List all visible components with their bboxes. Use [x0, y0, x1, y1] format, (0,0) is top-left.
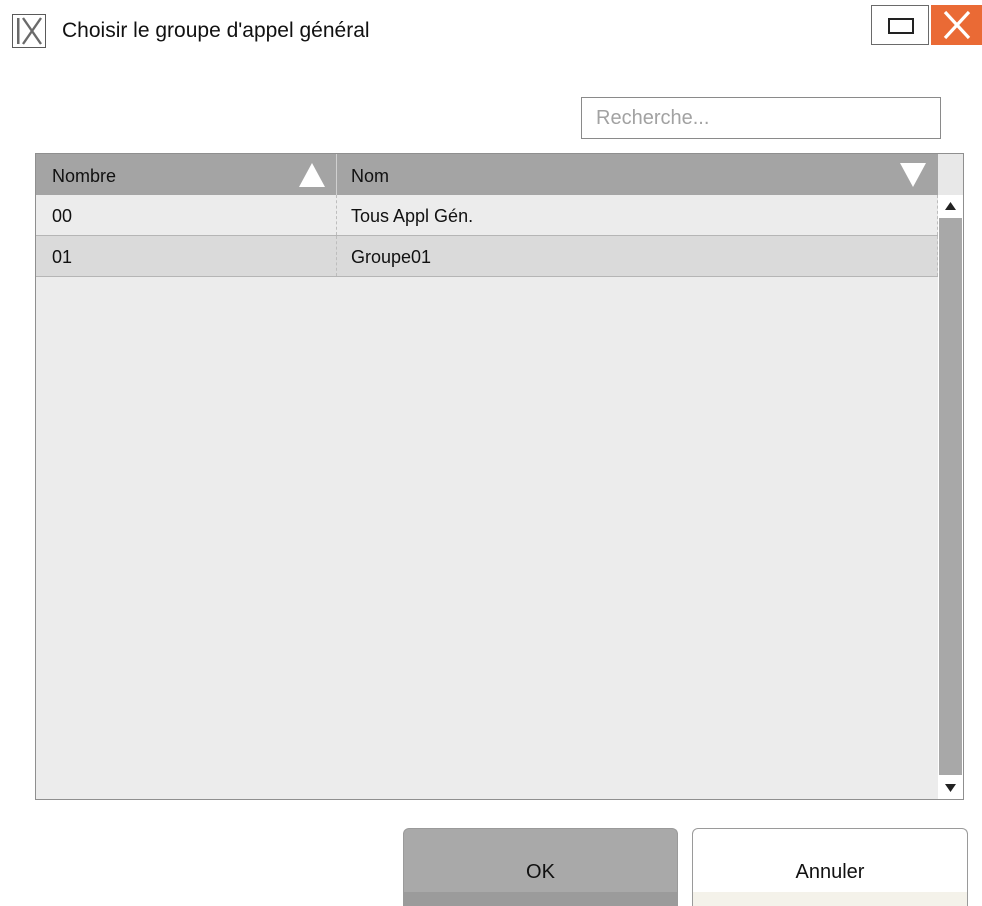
cell-number: 00	[36, 195, 337, 235]
cell-name: Tous Appl Gén.	[337, 195, 938, 235]
search-input[interactable]	[581, 97, 941, 139]
scroll-up-button[interactable]	[938, 195, 963, 217]
table-header: Nombre Nom	[36, 154, 938, 195]
maximize-icon	[888, 18, 914, 34]
maximize-button[interactable]	[871, 5, 929, 45]
title-bar: Choisir le groupe d'appel général	[0, 0, 982, 62]
scroll-down-button[interactable]	[938, 777, 963, 799]
column-header-nombre[interactable]: Nombre	[36, 154, 337, 195]
cancel-button[interactable]: Annuler	[692, 828, 968, 906]
cancel-button-label: Annuler	[795, 861, 865, 883]
ok-button-label: OK	[526, 861, 555, 883]
group-table: Nombre Nom 00 Tous Appl Gén. 01 Groupe01	[35, 153, 964, 800]
scrollbar-thumb[interactable]	[939, 218, 962, 775]
header-corner	[938, 154, 963, 195]
table-row[interactable]: 01 Groupe01	[36, 236, 938, 277]
cell-number: 01	[36, 236, 337, 276]
ok-button[interactable]: OK	[403, 828, 678, 906]
window-title: Choisir le groupe d'appel général	[62, 19, 370, 42]
close-icon	[943, 10, 971, 40]
sort-descending-icon	[900, 163, 926, 187]
table-row[interactable]: 00 Tous Appl Gén.	[36, 195, 938, 236]
close-button[interactable]	[931, 5, 982, 45]
scroll-up-arrow-icon	[945, 202, 956, 210]
ix-logo-icon	[12, 14, 46, 48]
button-shade	[693, 892, 967, 906]
column-header-label: Nom	[351, 166, 390, 186]
cell-name: Groupe01	[337, 236, 938, 276]
column-header-label: Nombre	[52, 166, 117, 186]
sort-ascending-icon	[299, 163, 325, 187]
scroll-down-arrow-icon	[945, 784, 956, 792]
vertical-scrollbar[interactable]	[938, 195, 963, 799]
column-header-nom[interactable]: Nom	[337, 154, 938, 195]
button-shade	[404, 892, 677, 906]
